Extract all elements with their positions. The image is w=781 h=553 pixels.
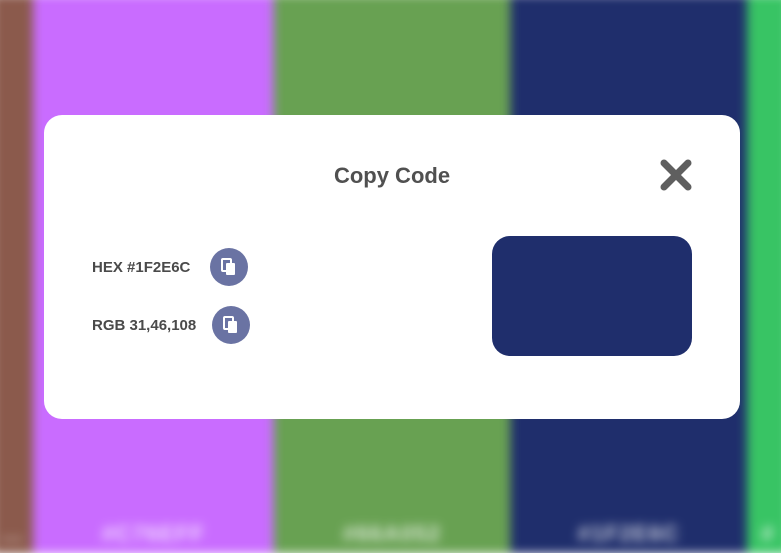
copy-icon xyxy=(223,316,238,333)
palette-column-code: #66A052 xyxy=(342,520,442,547)
close-icon xyxy=(660,159,692,191)
hex-label: HEX #1F2E6C xyxy=(92,258,191,276)
palette-column-1: ... xyxy=(0,0,33,553)
palette-column-code: ... xyxy=(1,520,24,547)
rgb-label: RGB 31,46,108 xyxy=(92,316,197,334)
palette-column-code: # xyxy=(761,520,775,547)
palette-column-5: # xyxy=(746,0,781,553)
close-button[interactable] xyxy=(658,157,694,193)
palette-column-code: #C76EFF xyxy=(101,520,205,547)
hex-row: HEX #1F2E6C xyxy=(92,248,249,286)
copy-hex-button[interactable] xyxy=(210,248,249,286)
palette-column-code: #1F2E6C xyxy=(577,520,680,547)
copy-rgb-button[interactable] xyxy=(212,306,251,344)
copy-code-modal: Copy Code HEX #1F2E6C RGB 31,46,108 xyxy=(44,115,740,419)
copy-icon xyxy=(221,258,236,275)
color-swatch xyxy=(492,236,692,356)
rgb-row: RGB 31,46,108 xyxy=(92,306,251,344)
modal-title: Copy Code xyxy=(333,163,451,188)
